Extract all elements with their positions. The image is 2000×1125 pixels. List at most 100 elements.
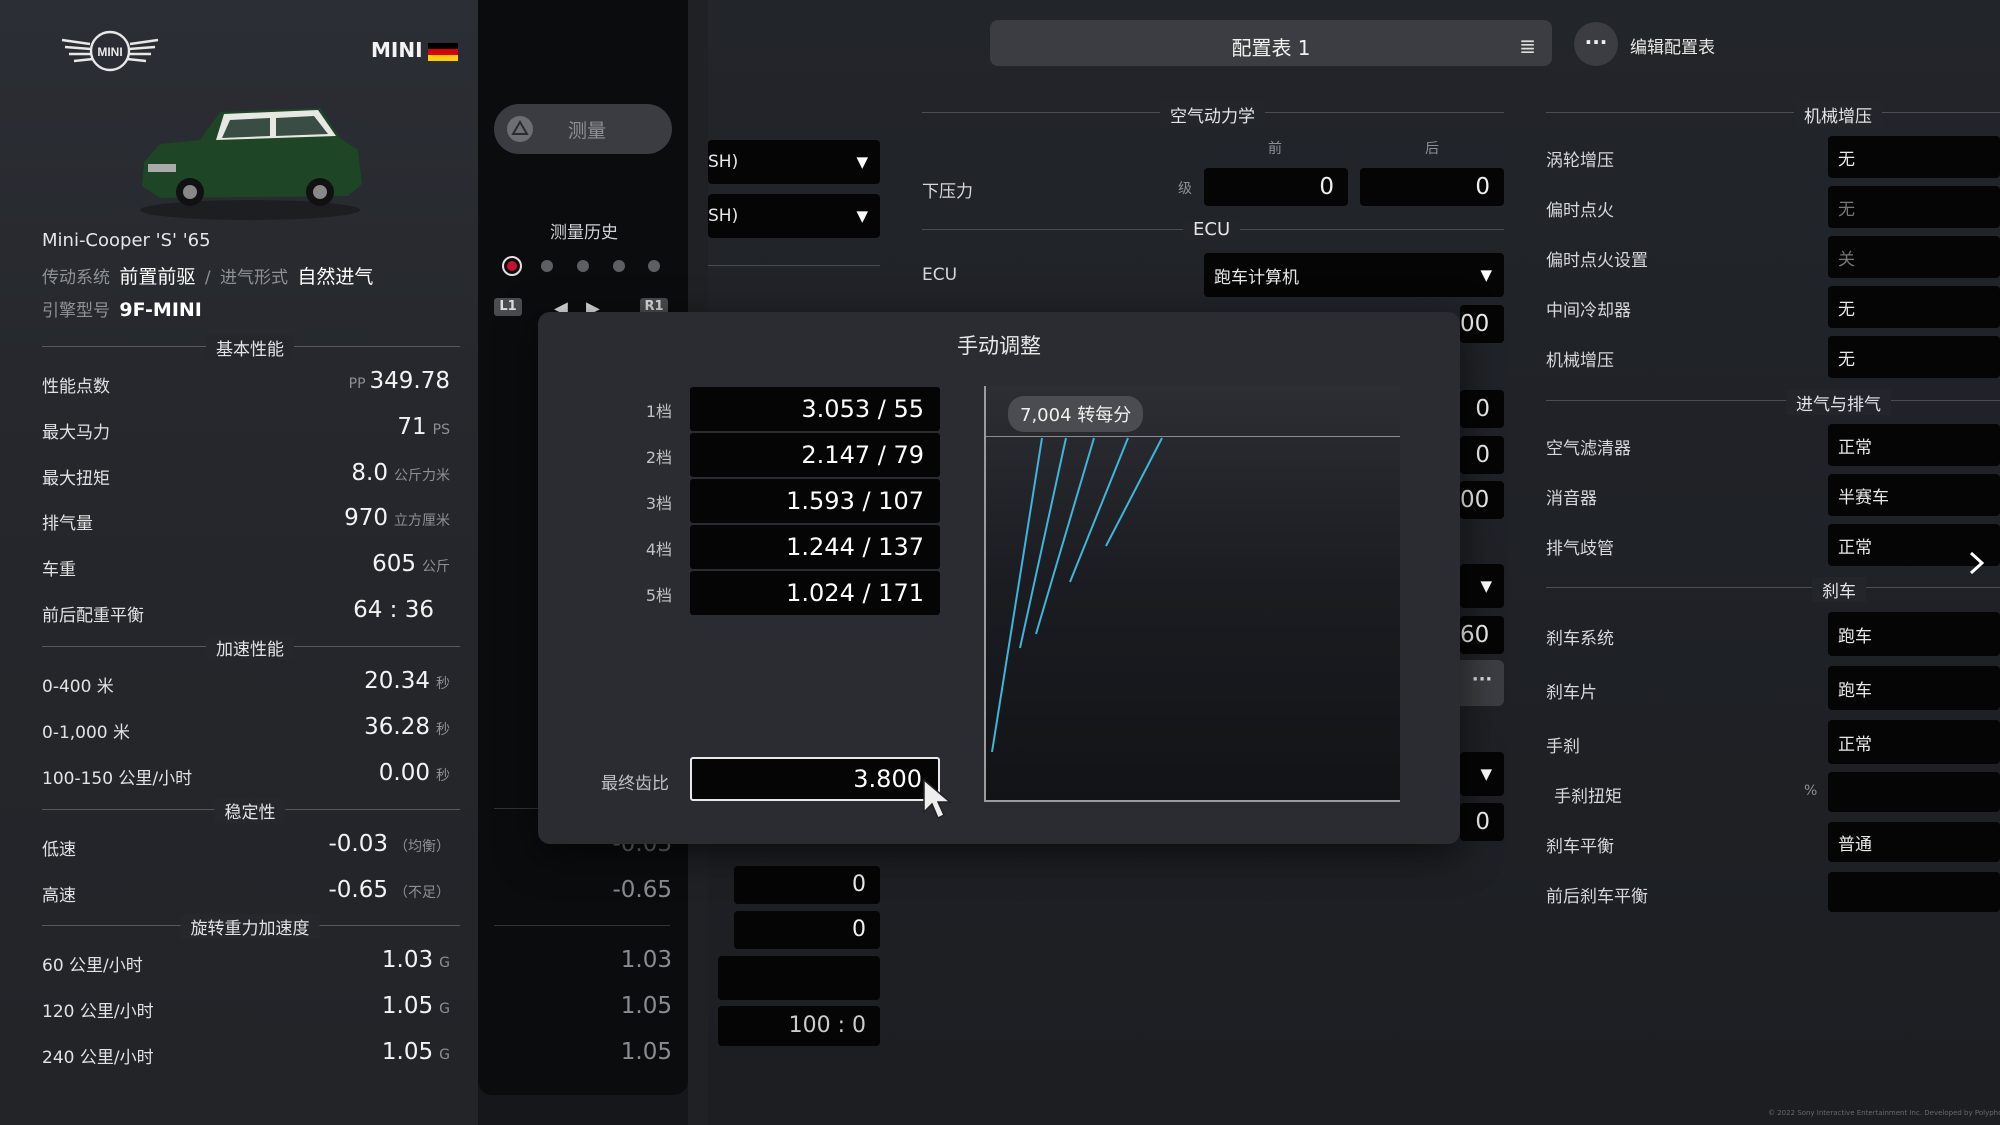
ecu-title: ECU <box>1183 219 1241 240</box>
antilag-field[interactable]: 无 <box>1828 186 2000 228</box>
stat-label: 高速 <box>42 886 76 906</box>
value-field[interactable]: 0 <box>734 866 880 904</box>
downforce-rear-field[interactable]: 0 <box>1360 168 1504 206</box>
history-dot[interactable] <box>541 260 553 272</box>
tire-front-dropdown[interactable]: SH) ▼ <box>708 140 880 184</box>
downforce-front-field[interactable]: 0 <box>1204 168 1348 206</box>
measure-value: -0.65 <box>612 877 672 903</box>
ecu-label: ECU <box>922 265 958 285</box>
tire-rear-dropdown[interactable]: SH) ▼ <box>708 194 880 238</box>
config-selector[interactable]: 配置表 1 ≣ <box>990 20 1552 66</box>
value-field[interactable]: 60 <box>1460 616 1504 654</box>
l1-button[interactable]: L1 <box>494 298 522 316</box>
supercharger-field[interactable]: 无 <box>1828 336 2000 378</box>
svg-text:MINI: MINI <box>97 45 122 59</box>
ratio-field[interactable]: 100 : 0 <box>718 1006 880 1046</box>
intercooler-field[interactable]: 无 <box>1828 286 2000 328</box>
value-field[interactable]: 00 <box>1460 481 1504 519</box>
handbrake-torque-field[interactable] <box>1828 772 2000 812</box>
stat-label: 性能点数 <box>42 377 110 397</box>
setting-label: 刹车系统 <box>1546 629 1614 649</box>
antilag-setting-field[interactable]: 关 <box>1828 236 2000 278</box>
gear-lines <box>991 437 1163 753</box>
value-field[interactable]: 0 <box>734 911 880 949</box>
gear-line-1 <box>991 437 1043 753</box>
stat-label: 车重 <box>42 560 76 580</box>
gear-4-field[interactable]: 1.244 / 137 <box>690 525 940 569</box>
setting-label: 排气歧管 <box>1546 539 1614 559</box>
stat-label: 排气量 <box>42 514 93 534</box>
setting-label: 偏时点火 <box>1546 201 1614 221</box>
measure-history-label: 测量历史 <box>550 223 618 243</box>
copyright-text: © 2022 Sony Interactive Entertainment In… <box>1768 1109 2000 1117</box>
stat-label: 60 公里/小时 <box>42 956 143 976</box>
setting-label: 手刹扭矩 <box>1554 787 1622 807</box>
more-options-icon[interactable]: ··· <box>1574 22 1618 66</box>
brake-pad-field[interactable]: 跑车 <box>1828 666 2000 710</box>
value-field[interactable]: 00 <box>1460 305 1504 343</box>
dropdown-arrow-icon: ▼ <box>1480 577 1492 595</box>
final-gear-field[interactable]: 3.800 <box>690 757 940 801</box>
setting-label: 刹车平衡 <box>1546 837 1614 857</box>
setting-label: 偏时点火设置 <box>1546 251 1648 271</box>
car-image <box>140 108 362 220</box>
setting-label: 机械增压 <box>1546 351 1614 371</box>
turbo-field[interactable]: 无 <box>1828 136 2000 178</box>
front-rear-brake-balance-field[interactable] <box>1828 872 2000 912</box>
measure-button[interactable]: 测量 <box>494 104 672 154</box>
section-divider <box>1546 587 2000 588</box>
acceleration-title: 加速性能 <box>206 635 294 660</box>
history-dot-active[interactable] <box>502 256 522 276</box>
stat-label: 0-1,000 米 <box>42 723 131 743</box>
gear-1-field[interactable]: 3.053 / 55 <box>690 387 940 431</box>
dropdown-arrow-icon: ▼ <box>1480 266 1492 284</box>
supercharge-title: 机械增压 <box>1794 102 1882 127</box>
value-field[interactable]: 0 <box>1460 436 1504 474</box>
brake-system-field[interactable]: 跑车 <box>1828 612 2000 656</box>
muffler-field[interactable]: 半赛车 <box>1828 474 2000 516</box>
history-dot[interactable] <box>577 260 589 272</box>
setting-label: 空气滤清器 <box>1546 439 1631 459</box>
final-gear-label: 最终齿比 <box>601 774 669 794</box>
measure-value: 1.05 <box>620 1039 672 1065</box>
gear-3-field[interactable]: 1.593 / 107 <box>690 479 940 523</box>
stat-label: 最大扭矩 <box>42 469 110 489</box>
value-field[interactable]: 0 <box>1460 803 1504 841</box>
value-field[interactable] <box>718 956 880 1000</box>
chevron-right-icon[interactable] <box>1966 550 1988 576</box>
gforce-value: 1.05 G <box>381 993 450 1019</box>
edit-config-link[interactable]: 编辑配置表 <box>1630 33 1715 58</box>
dropdown-arrow-icon: ▼ <box>1480 765 1492 783</box>
ecu-dropdown[interactable]: 跑车计算机 ▼ <box>1204 253 1504 297</box>
gear-line-4 <box>1069 437 1129 583</box>
more-options-icon[interactable]: ··· <box>1460 660 1504 706</box>
accel-value: 20.34 秒 <box>364 668 450 694</box>
weight-value: 605 公斤 <box>372 551 450 577</box>
gforce-value: 1.05 G <box>381 1039 450 1065</box>
setting-label: 中间冷却器 <box>1546 301 1631 321</box>
gear-line-2 <box>1019 437 1067 649</box>
germany-flag-icon <box>428 43 458 61</box>
dropdown-field[interactable]: ▼ <box>1460 752 1504 796</box>
front-header: 前 <box>1268 141 1282 157</box>
gear-5-field[interactable]: 1.024 / 171 <box>690 571 940 615</box>
air-filter-field[interactable]: 正常 <box>1828 424 2000 466</box>
stat-label: 最大马力 <box>42 423 110 443</box>
handbrake-field[interactable]: 正常 <box>1828 720 2000 764</box>
setting-label: 手刹 <box>1546 737 1580 757</box>
gear-2-field[interactable]: 2.147 / 79 <box>690 433 940 477</box>
brake-balance-field[interactable]: 普通 <box>1828 822 2000 862</box>
power-value: 71 PS <box>397 414 450 440</box>
stat-label: 100-150 公里/小时 <box>42 769 193 789</box>
accel-value: 36.28 秒 <box>364 714 450 740</box>
accel-value: 0.00 秒 <box>378 760 450 786</box>
value-field[interactable]: 0 <box>1460 390 1504 428</box>
mouse-cursor-icon <box>923 778 953 820</box>
gforce-value: 1.03 G <box>381 947 450 973</box>
dialog-title: 手动调整 <box>957 334 1041 358</box>
engine-row: 引擎型号 9F-MINI <box>42 299 202 321</box>
history-dot[interactable] <box>648 260 660 272</box>
measure-value: 1.05 <box>620 993 672 1019</box>
history-dot[interactable] <box>613 260 625 272</box>
dropdown-field[interactable]: ▼ <box>1460 564 1504 608</box>
